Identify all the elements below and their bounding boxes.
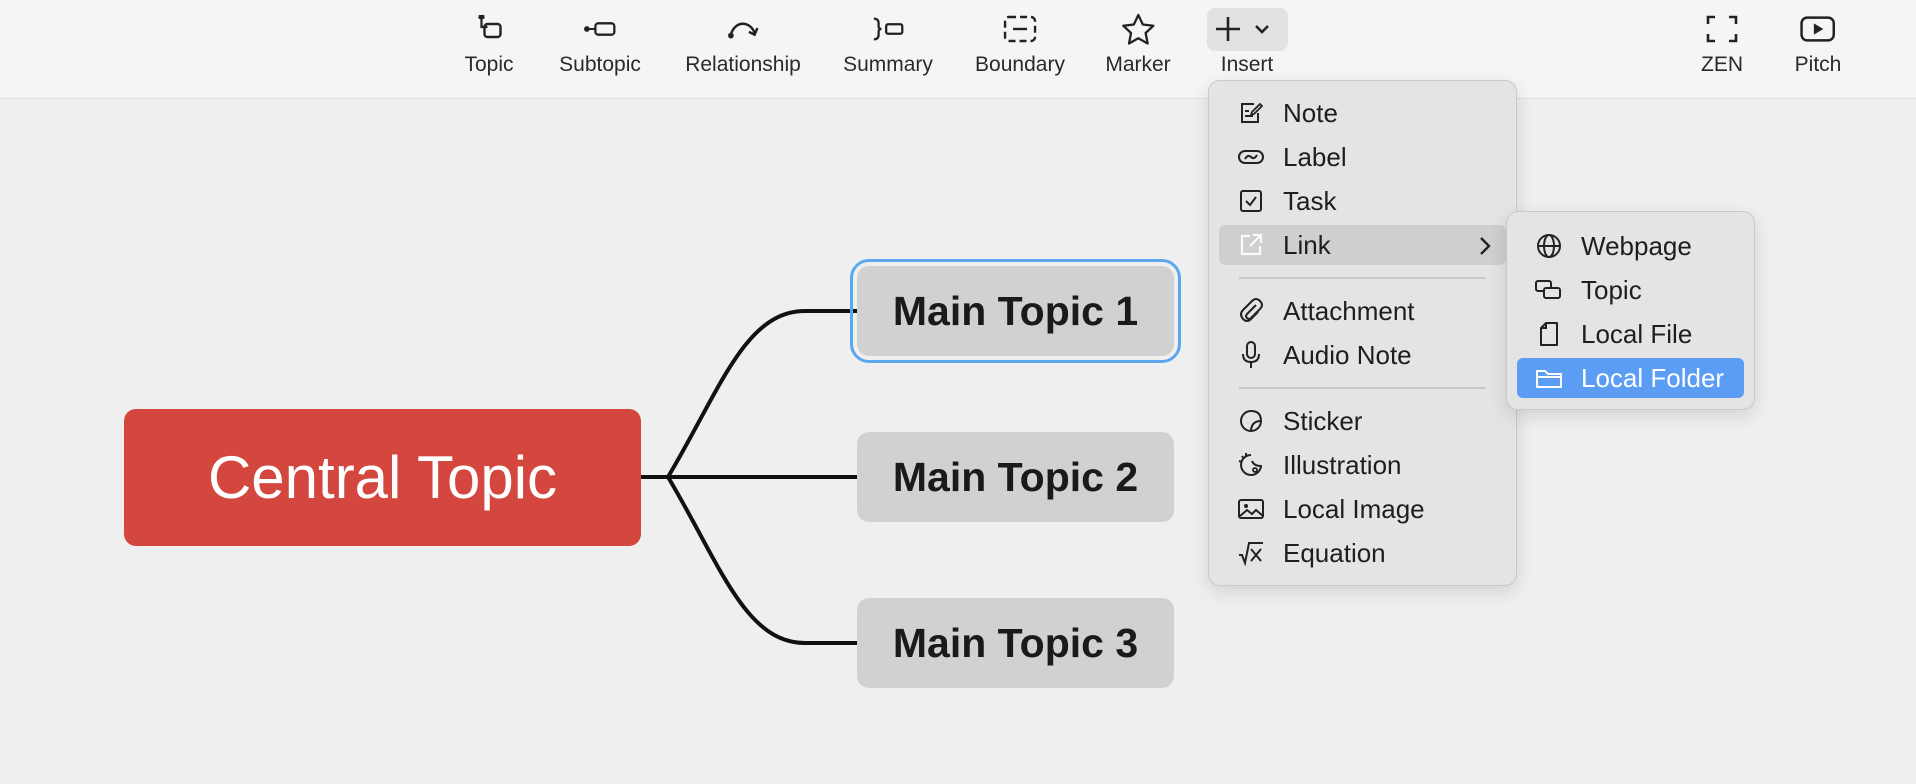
menu-separator xyxy=(1239,277,1486,279)
link-icon xyxy=(1233,230,1269,260)
menu-item-illustration-label: Illustration xyxy=(1283,449,1402,480)
equation-icon xyxy=(1233,538,1269,568)
menu-item-sticker[interactable]: Sticker xyxy=(1219,401,1506,441)
submenu-item-local-file[interactable]: Local File xyxy=(1517,314,1744,354)
main-topic-1[interactable]: Main Topic 1 xyxy=(850,259,1181,363)
chevron-right-icon xyxy=(1478,233,1492,264)
submenu-item-local-folder[interactable]: Local Folder xyxy=(1517,358,1744,398)
menu-item-illustration[interactable]: Illustration xyxy=(1219,445,1506,485)
task-checkbox-icon xyxy=(1233,186,1269,216)
globe-icon xyxy=(1531,231,1567,261)
menu-item-link[interactable]: Link xyxy=(1219,225,1506,265)
submenu-item-webpage[interactable]: Webpage xyxy=(1517,226,1744,266)
menu-item-equation[interactable]: Equation xyxy=(1219,533,1506,573)
menu-item-sticker-label: Sticker xyxy=(1283,405,1363,436)
file-icon xyxy=(1531,319,1567,349)
menu-item-audio-note[interactable]: Audio Note xyxy=(1219,335,1506,375)
main-topic-2[interactable]: Main Topic 2 xyxy=(857,432,1174,522)
menu-item-task[interactable]: Task xyxy=(1219,181,1506,221)
menu-item-label-label: Label xyxy=(1283,141,1347,172)
menu-item-note[interactable]: Note xyxy=(1219,93,1506,133)
menu-item-equation-label: Equation xyxy=(1283,537,1386,568)
menu-item-attachment[interactable]: Attachment xyxy=(1219,291,1506,331)
illustration-icon xyxy=(1233,450,1269,480)
submenu-item-topic[interactable]: Topic xyxy=(1517,270,1744,310)
link-submenu: Webpage Topic Local File Local Folder xyxy=(1506,211,1755,410)
menu-item-task-label: Task xyxy=(1283,185,1337,216)
folder-icon xyxy=(1531,363,1567,393)
insert-menu: Note Label Task Link Attachment Audio No… xyxy=(1208,80,1517,586)
sticker-icon xyxy=(1233,406,1269,436)
menu-item-audio-note-label: Audio Note xyxy=(1283,339,1412,370)
microphone-icon xyxy=(1233,340,1269,370)
paperclip-icon xyxy=(1233,296,1269,326)
menu-item-note-label: Note xyxy=(1283,97,1338,128)
menu-item-local-image-label: Local Image xyxy=(1283,493,1425,524)
main-topic-3[interactable]: Main Topic 3 xyxy=(857,598,1174,688)
menu-item-attachment-label: Attachment xyxy=(1283,295,1415,326)
menu-item-local-image[interactable]: Local Image xyxy=(1219,489,1506,529)
topic-link-icon xyxy=(1531,275,1567,305)
submenu-item-local-folder-label: Local Folder xyxy=(1581,362,1725,393)
menu-item-label[interactable]: Label xyxy=(1219,137,1506,177)
submenu-item-topic-label: Topic xyxy=(1581,274,1642,305)
submenu-item-webpage-label: Webpage xyxy=(1581,230,1692,261)
label-icon xyxy=(1233,142,1269,172)
image-icon xyxy=(1233,494,1269,524)
note-icon xyxy=(1233,98,1269,128)
menu-separator xyxy=(1239,387,1486,389)
central-topic[interactable]: Central Topic xyxy=(124,409,641,546)
menu-item-link-label: Link xyxy=(1283,229,1331,260)
submenu-item-local-file-label: Local File xyxy=(1581,318,1693,349)
